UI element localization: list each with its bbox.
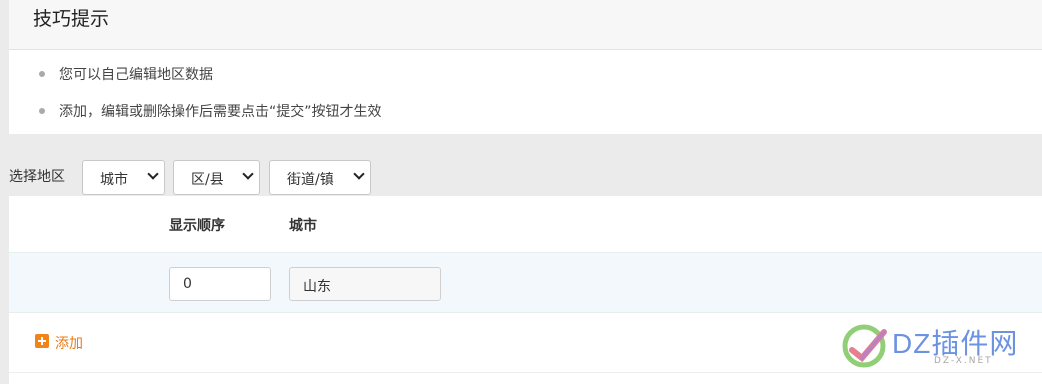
chevron-down-icon (147, 168, 159, 180)
plus-icon (35, 334, 49, 348)
tip-text: 添加，编辑或删除操作后需要点击“提交”按钮才生效 (59, 104, 382, 120)
table-row: 0 山东 (9, 252, 1042, 313)
add-label: 添加 (55, 336, 83, 352)
column-header-order: 显示顺序 (169, 218, 225, 234)
region-label: 选择地区 (9, 169, 65, 185)
tips-body: 您可以自己编辑地区数据 添加，编辑或删除操作后需要点击“提交”按钮才生效 (9, 50, 1042, 134)
bullet-icon (39, 108, 45, 114)
tips-header: 技巧提示 (9, 0, 1042, 50)
street-select[interactable]: 街道/镇 (269, 160, 371, 195)
city-select[interactable]: 城市 (82, 160, 165, 195)
city-select-value: 城市 (100, 172, 128, 188)
watermark-subtext: DZ-X.NET (934, 356, 993, 366)
chevron-down-icon (242, 168, 254, 180)
city-name-input[interactable]: 山东 (289, 267, 441, 301)
chevron-down-icon (353, 168, 365, 180)
order-input[interactable]: 0 (169, 267, 271, 301)
watermark: DZ插件网 DZ-X.NET (840, 318, 1040, 378)
street-select-value: 街道/镇 (287, 172, 334, 188)
district-select[interactable]: 区/县 (173, 160, 260, 195)
district-select-value: 区/县 (191, 172, 224, 188)
column-header-city: 城市 (289, 218, 317, 234)
tips-title: 技巧提示 (33, 8, 110, 30)
watermark-logo-icon (842, 324, 887, 368)
bullet-icon (39, 71, 45, 77)
tip-text: 您可以自己编辑地区数据 (59, 67, 213, 83)
